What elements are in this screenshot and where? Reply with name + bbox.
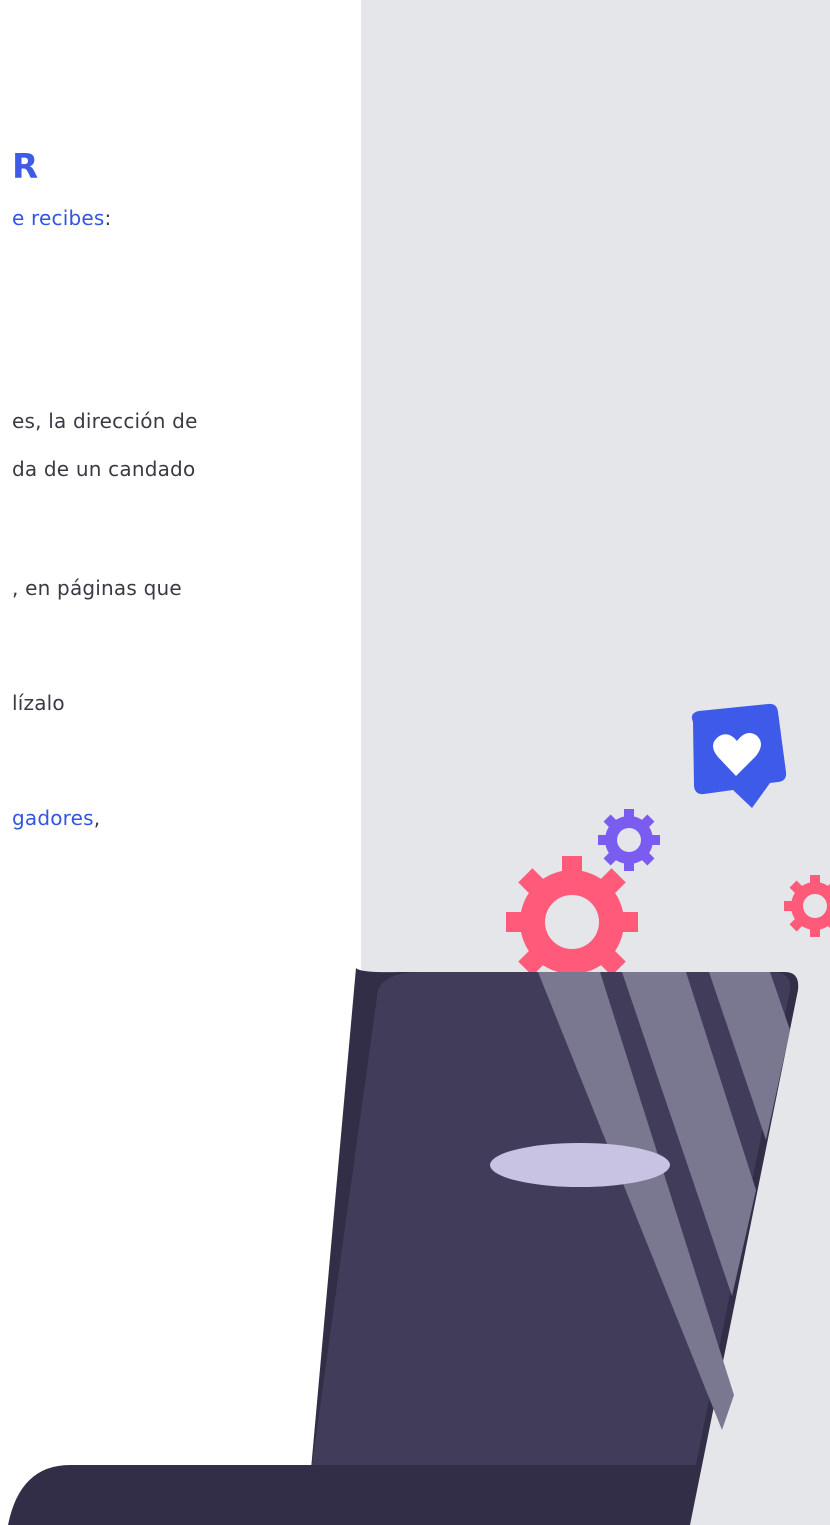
laptop-illustration <box>8 703 830 1525</box>
gear-icon <box>506 856 638 988</box>
heart-speech-bubble-icon <box>691 703 787 808</box>
gear-icon <box>598 809 660 871</box>
laptop-base <box>8 1465 690 1525</box>
gear-icon <box>784 875 830 937</box>
laptop-screen-icon <box>306 968 799 1525</box>
